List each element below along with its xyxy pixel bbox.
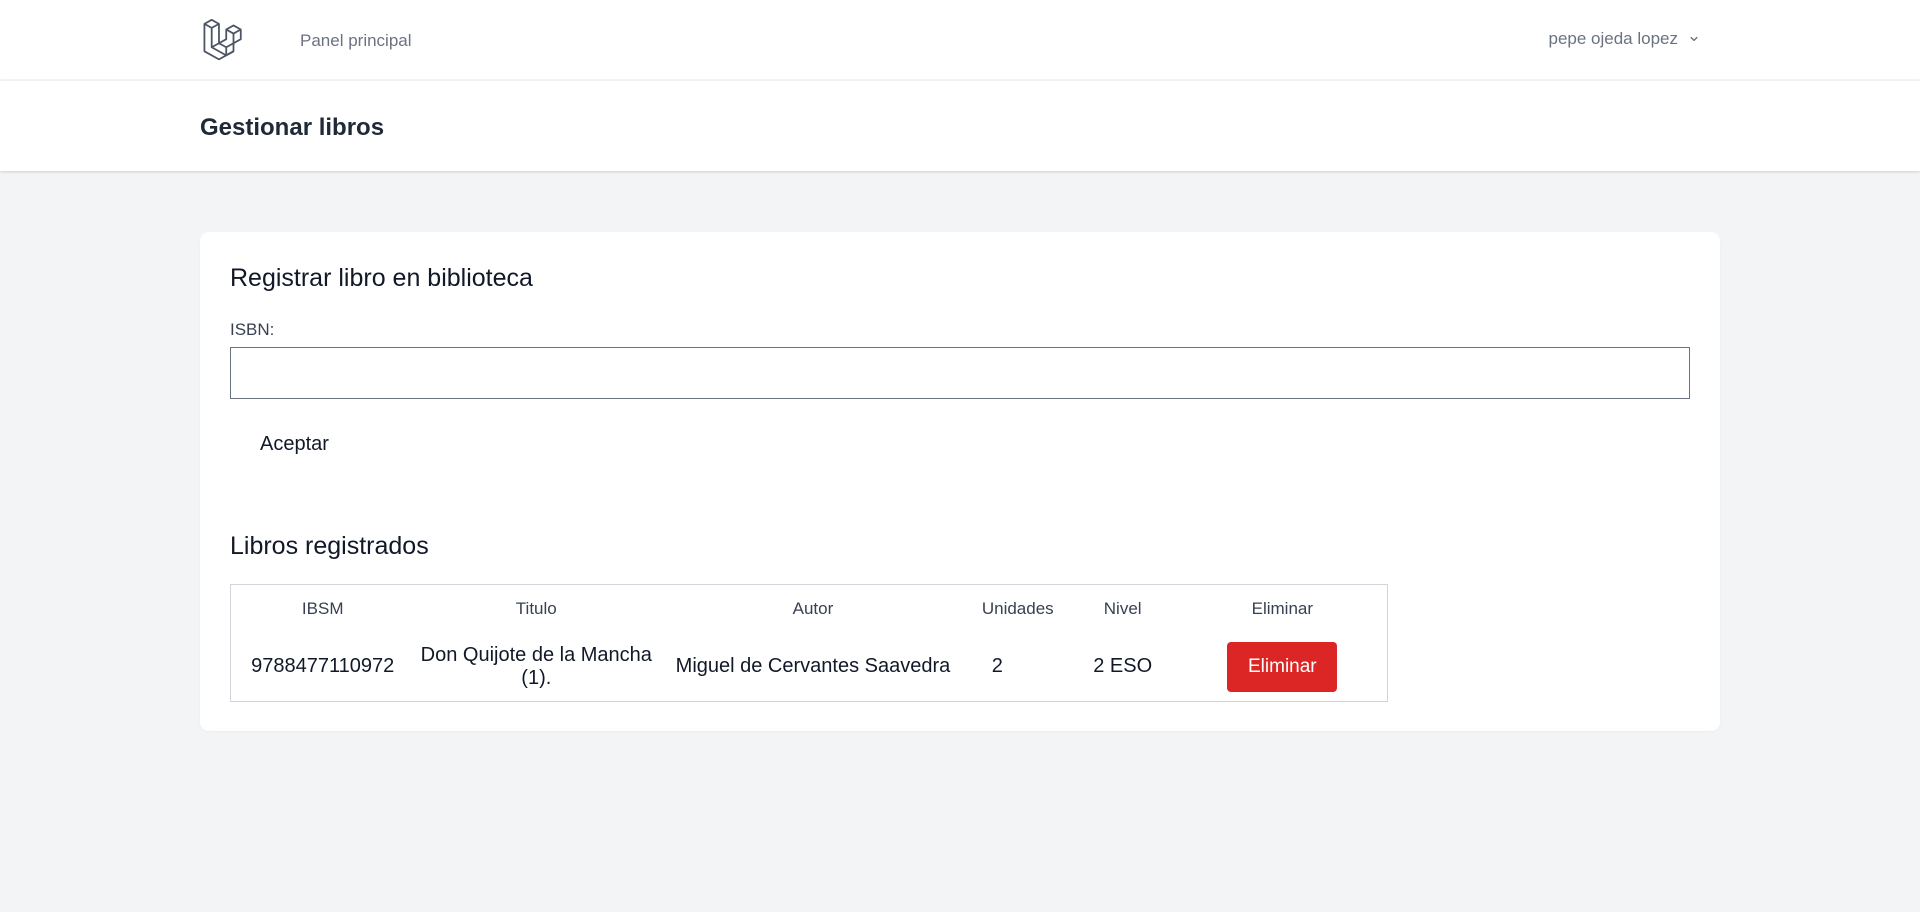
nav-link-dashboard[interactable]: Panel principal — [300, 31, 412, 51]
page-header: Gestionar libros — [0, 81, 1920, 171]
laravel-logo-icon[interactable] — [202, 19, 244, 61]
books-card: Registrar libro en biblioteca ISBN: Acep… — [200, 232, 1720, 731]
delete-button[interactable]: Eliminar — [1227, 641, 1338, 692]
books-table: IBSM Titulo Autor Unidades Nivel Elimina… — [230, 584, 1388, 702]
isbn-label: ISBN: — [230, 320, 275, 339]
top-navbar: Panel principal pepe ojeda lopez — [0, 0, 1920, 80]
cell-author: Miguel de Cervantes Saavedra — [675, 655, 951, 678]
cell-level: 2 ESO — [1093, 655, 1153, 678]
column-header-delete: Eliminar — [1251, 598, 1314, 618]
column-header-author: Autor — [792, 598, 834, 618]
cell-delete: Eliminar — [1178, 633, 1388, 702]
chevron-down-icon — [1690, 36, 1698, 42]
table-header-row: IBSM Titulo Autor Unidades Nivel Elimina… — [231, 585, 1388, 633]
cell-isbn: 9788477110972 — [251, 655, 395, 678]
page-title: Gestionar libros — [200, 114, 385, 141]
user-menu-dropdown[interactable]: pepe ojeda lopez — [1548, 29, 1701, 49]
accept-button[interactable]: Aceptar — [230, 427, 359, 461]
table-row: 9788477110972 Don Quijote de la Mancha (… — [231, 633, 1388, 702]
column-header-title: Titulo — [515, 598, 557, 618]
column-header-units: Unidades — [981, 598, 1054, 618]
register-heading: Registrar libro en biblioteca — [230, 264, 533, 292]
column-header-isbn: IBSM — [301, 598, 344, 618]
user-name: pepe ojeda lopez — [1548, 29, 1678, 48]
books-list-heading: Libros registrados — [230, 532, 429, 560]
cell-units: 2 — [991, 655, 1003, 678]
column-header-level: Nivel — [1103, 598, 1142, 618]
isbn-input[interactable] — [230, 347, 1690, 399]
cell-title: Don Quijote de la Mancha (1). — [420, 643, 652, 689]
